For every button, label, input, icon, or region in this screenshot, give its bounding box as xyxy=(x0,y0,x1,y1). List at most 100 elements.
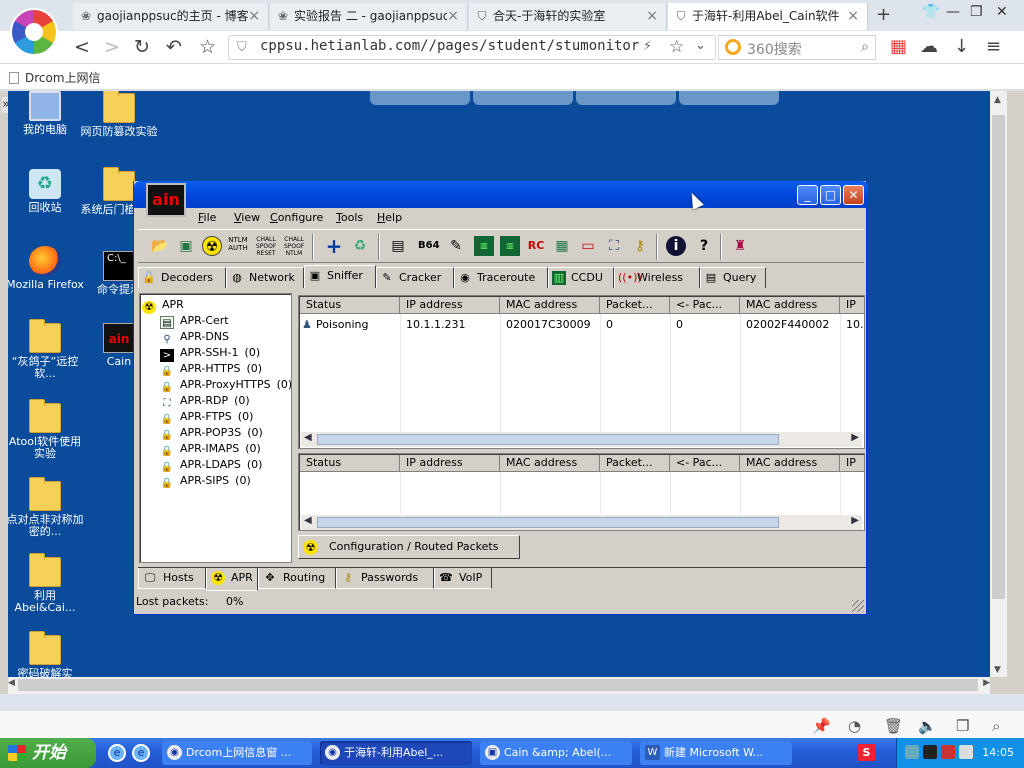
column-header[interactable]: MAC address xyxy=(500,297,600,314)
search-box[interactable]: 360搜索 ⌕ xyxy=(718,35,876,60)
tree-item[interactable]: 🔒 APR-LDAPS (0) xyxy=(160,457,263,473)
tree-item[interactable]: > APR-SSH-1 (0) xyxy=(160,345,260,362)
column-header[interactable]: <- Pac... xyxy=(670,297,740,314)
scroll-up-icon[interactable]: ▲ xyxy=(994,95,1001,105)
cain-window[interactable]: _ □ ✕ ain File View Configure Tools Help… xyxy=(133,181,868,615)
column-header[interactable]: <- Pac... xyxy=(670,455,740,472)
menu-icon[interactable]: ≡ xyxy=(986,35,1001,59)
maximize-button[interactable]: □ xyxy=(820,185,841,205)
zoom-icon[interactable]: ⌕ xyxy=(992,717,1000,735)
scroll-right-icon[interactable]: ▶ xyxy=(851,432,859,443)
close-icon[interactable]: × xyxy=(847,3,859,29)
tab-0[interactable]: ❀ gaojianppsuc的主页 - 博客 × xyxy=(73,3,269,30)
scroll-left-icon[interactable]: ◀ xyxy=(304,432,312,443)
column-header[interactable]: MAC address xyxy=(740,455,840,472)
close-window-icon[interactable]: ✕ xyxy=(996,4,1008,20)
star-icon[interactable]: ☆ xyxy=(199,35,216,59)
resize-grip[interactable] xyxy=(852,600,864,612)
help-icon[interactable]: ? xyxy=(694,236,714,256)
taskbar-item[interactable]: W 新建 Microsoft W... xyxy=(640,741,792,765)
tab-traceroute[interactable]: ◉ Traceroute xyxy=(454,267,548,288)
tree-item[interactable]: 🔒 APR-FTPS (0) xyxy=(160,409,254,425)
menu-tools[interactable]: Tools xyxy=(336,211,363,224)
taskbar-item[interactable]: ◉ Drcom上网信息窗 ... xyxy=(162,741,312,765)
trash-icon[interactable]: 🗑 xyxy=(884,717,903,735)
certificate-icon[interactable]: ▤ xyxy=(388,236,408,256)
close-icon[interactable]: × xyxy=(447,3,459,29)
address-bar[interactable]: ⛉ cppsu.hetianlab.com//pages/student/stu… xyxy=(228,35,716,60)
chevron-down-icon[interactable]: ⌄ xyxy=(695,38,706,53)
tab-apr[interactable]: ☢ APR xyxy=(206,568,258,591)
scroll-right-icon[interactable]: ▶ xyxy=(851,515,859,526)
speed-icon[interactable]: ◔ xyxy=(848,717,861,735)
tab-ccdu[interactable]: ▥ CCDU xyxy=(548,267,614,288)
chall-spoof-reset-icon[interactable]: CHALL SPOOF RESET xyxy=(256,236,276,257)
network-tray-icon[interactable] xyxy=(905,745,919,759)
open-folder-icon[interactable]: 📂 xyxy=(150,236,170,256)
cloud-icon[interactable]: ☁ xyxy=(920,35,938,59)
start-button[interactable]: 开始 xyxy=(0,738,96,768)
search-icon[interactable]: ⌕ xyxy=(861,39,869,55)
scroll-down-icon[interactable]: ▼ xyxy=(994,665,1001,675)
apr-bottom-list[interactable]: Status IP address MAC address Packet... … xyxy=(298,453,865,531)
network-card-icon[interactable]: ▣ xyxy=(176,236,196,256)
scrollbar-thumb[interactable] xyxy=(992,115,1005,599)
tab-network[interactable]: ◍ Network xyxy=(226,267,304,288)
tree-item[interactable]: 🔒 APR-IMAPS (0) xyxy=(160,441,261,457)
vertical-scrollbar[interactable]: ▲ ▼ xyxy=(990,91,1007,677)
column-header[interactable]: MAC address xyxy=(740,297,840,314)
calculator-icon[interactable]: ▦ xyxy=(552,236,572,256)
forward-icon[interactable]: > xyxy=(104,35,120,59)
scroll-left-icon[interactable]: ◀ xyxy=(304,515,312,526)
volume-icon[interactable]: 🔈 xyxy=(918,717,937,735)
column-header[interactable]: Packet... xyxy=(600,455,670,472)
menu-view[interactable]: View xyxy=(234,211,260,224)
tree-item[interactable]: ⛶ APR-RDP (0) xyxy=(160,393,250,409)
bottom-list-hscroll[interactable]: ◀ ▶ xyxy=(301,515,862,530)
tab-routing[interactable]: ✥ Routing xyxy=(258,568,336,589)
tab-2[interactable]: ⛉ 合天-于海轩的实验室 × xyxy=(469,3,667,30)
cain-title-bar[interactable]: _ □ ✕ xyxy=(134,181,868,208)
minimize-icon[interactable]: — xyxy=(946,4,960,20)
tab-hosts[interactable]: 🖵 Hosts xyxy=(138,568,206,589)
key-icon[interactable]: ⚷ xyxy=(630,236,650,256)
column-header[interactable]: Packet... xyxy=(600,297,670,314)
wrench-icon[interactable]: ✎ xyxy=(446,236,466,256)
favorite-star-icon[interactable]: ☆ xyxy=(669,37,684,57)
url-text[interactable]: cppsu.hetianlab.com//pages/student/stumo… xyxy=(260,38,640,54)
tab-3[interactable]: ⛉ 于海轩-利用Abel_Cain软件 × xyxy=(668,3,868,30)
rc-icon[interactable]: RC xyxy=(526,236,546,256)
back-icon[interactable]: < xyxy=(74,35,90,59)
desktop-icon-folder[interactable]: “灰鸽子”远控软... xyxy=(8,319,85,380)
new-tab-button[interactable]: + xyxy=(876,4,891,25)
tree-item[interactable]: ⚲ APR-DNS xyxy=(160,329,229,345)
close-icon[interactable]: × xyxy=(646,3,658,29)
close-icon[interactable]: × xyxy=(248,3,260,29)
cain-figure-icon[interactable]: ♜ xyxy=(730,236,750,256)
tab-wireless[interactable]: ((•)) Wireless xyxy=(614,267,700,288)
tree-item[interactable]: 🔒 APR-POP3S (0) xyxy=(160,425,263,441)
tree-item[interactable]: 🔒 APR-HTTPS (0) xyxy=(160,361,262,377)
security-360-icon[interactable]: S xyxy=(858,744,875,761)
tab-1[interactable]: ❀ 实验报告 二 - gaojianppsuc × xyxy=(270,3,468,30)
tray-app-icon[interactable] xyxy=(923,745,937,759)
pin-icon[interactable]: 📌 xyxy=(812,717,831,735)
column-header[interactable]: Status xyxy=(300,297,400,314)
column-header[interactable]: IP address xyxy=(400,455,500,472)
info-icon[interactable]: i xyxy=(666,236,686,256)
scroll-left-icon[interactable]: ◀ xyxy=(8,678,15,688)
desktop-icon-firefox[interactable]: Mozilla Firefox xyxy=(8,246,85,291)
radiation-icon[interactable]: ☢ xyxy=(202,236,222,256)
top-list-hscroll[interactable]: ◀ ▶ xyxy=(301,432,862,447)
chall-spoof-ntlm-icon[interactable]: CHALL SPOOF NTLM xyxy=(284,236,304,257)
browser-logo-icon[interactable] xyxy=(10,8,58,56)
desktop-icon-folder[interactable]: 点对点非对称加密的... xyxy=(8,477,85,538)
tray-app-icon[interactable] xyxy=(959,745,973,759)
ntlm-auth-icon[interactable]: NTLM AUTH xyxy=(228,236,248,256)
tab-voip[interactable]: ☎ VoIP xyxy=(434,568,492,589)
lan-icon[interactable]: ▥ xyxy=(474,236,494,256)
lightning-icon[interactable]: ⚡ xyxy=(643,39,652,54)
taskbar-item[interactable]: ▣ Cain &amp; Abel(... xyxy=(480,741,632,765)
desktop-icon-recycle-bin[interactable]: ♻ 回收站 xyxy=(8,169,85,214)
window-icon[interactable]: ❐ xyxy=(956,717,969,735)
